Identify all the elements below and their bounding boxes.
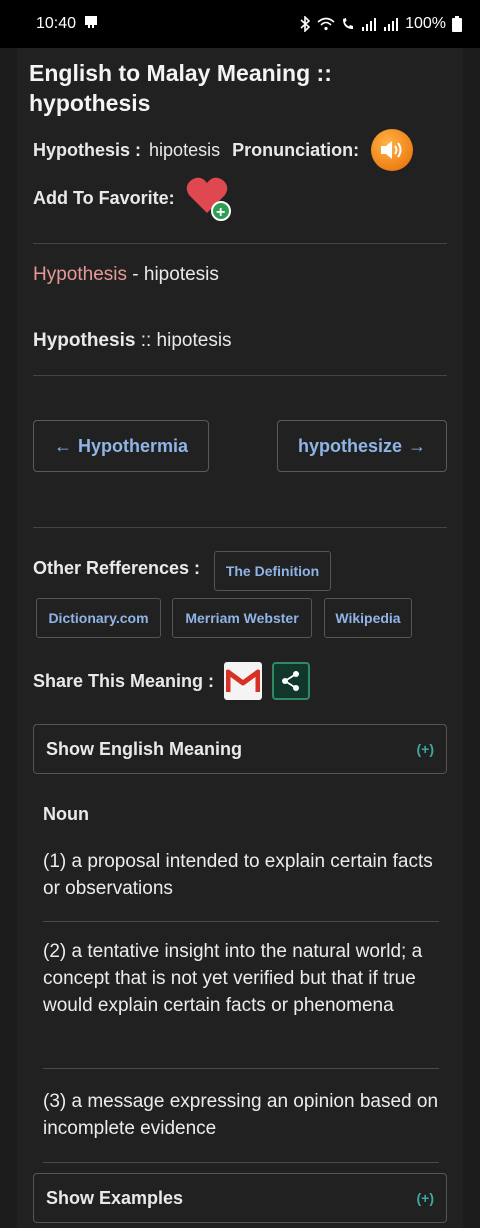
gmail-icon[interactable]	[224, 662, 263, 700]
share-label: Share This Meaning :	[33, 670, 215, 691]
definition-2: (2) a tentative insight into the natural…	[43, 941, 423, 1016]
battery-percent: 100%	[405, 15, 446, 32]
wifi-icon	[317, 17, 335, 31]
show-examples-toggle[interactable]: Show Examples (+)	[33, 1173, 447, 1223]
battery-icon	[452, 16, 462, 32]
signal-icon-1	[361, 17, 377, 31]
pair1-malay: hipotesis	[143, 264, 219, 285]
divider	[33, 527, 447, 528]
divider	[33, 243, 447, 244]
references-label: Other Refferences :	[33, 558, 201, 578]
expand-icon: (+)	[416, 1190, 435, 1206]
arrow-left-icon: ←	[53, 435, 72, 456]
page-title: English to Malay Meaning :: hypothesis	[29, 58, 449, 118]
examples-header: Show Examples	[46, 1187, 184, 1208]
pronunciation-label: Pronunciation:	[232, 139, 360, 160]
status-bar: 10:40 100%	[0, 0, 480, 48]
definition-1: (1) a proposal intended to explain certa…	[43, 851, 433, 899]
title-word: hypothesis	[29, 90, 151, 116]
part-of-speech: Noun	[43, 804, 89, 824]
ref-link-dictionary[interactable]: Dictionary.com	[36, 598, 161, 638]
expand-icon: (+)	[416, 741, 435, 757]
previous-word-label: Hypothermia	[77, 435, 189, 456]
definition-3: (3) a message expressing an opinion base…	[43, 1091, 439, 1139]
definition-divider	[43, 921, 439, 922]
definition-divider	[43, 1162, 439, 1163]
plus-icon: +	[210, 201, 231, 221]
ref-link-wikipedia[interactable]: Wikipedia	[324, 598, 412, 638]
english-meaning-header: Show English Meaning	[46, 738, 243, 759]
next-word-button[interactable]: hypothesize →	[277, 420, 447, 472]
pair1-separator: -	[127, 264, 144, 285]
share-row: Share This Meaning :	[33, 662, 311, 700]
show-english-meaning-toggle[interactable]: Show English Meaning (+)	[33, 724, 447, 774]
signal-icon-2	[383, 17, 399, 31]
arrow-right-icon: →	[408, 435, 427, 456]
add-favorite-button[interactable]: +	[185, 175, 231, 221]
share-icon[interactable]	[272, 662, 311, 700]
ref-link-merriam-webster[interactable]: Merriam Webster	[172, 598, 312, 638]
word-label: Hypothesis :	[33, 139, 142, 160]
title-line-1: English to Malay Meaning ::	[29, 60, 332, 86]
next-word-label: hypothesize	[297, 435, 403, 456]
speaker-icon[interactable]	[371, 129, 414, 171]
translation-pair-1: Hypothesis - hipotesis	[33, 264, 219, 286]
definition-divider	[43, 1068, 439, 1069]
notification-icon	[84, 15, 98, 34]
word-translation: hipotesis	[149, 139, 221, 160]
pair2-malay: hipotesis	[156, 330, 232, 351]
pair1-english: Hypothesis	[33, 264, 127, 285]
favorite-label: Add To Favorite:	[33, 187, 175, 208]
bluetooth-icon	[299, 16, 311, 32]
wifi-call-icon	[341, 17, 355, 31]
pair2-separator: ::	[135, 330, 157, 351]
pair2-english: Hypothesis	[33, 330, 136, 351]
previous-word-button[interactable]: ← Hypothermia	[33, 420, 209, 472]
ref-link-the-definition[interactable]: The Definition	[214, 551, 331, 591]
word-translation-row: Hypothesis : hipotesis Pronunciation:	[33, 129, 414, 171]
favorite-row: Add To Favorite: +	[33, 175, 231, 221]
page-content: English to Malay Meaning :: hypothesis H…	[17, 48, 463, 1228]
status-time: 10:40	[36, 15, 77, 32]
translation-pair-2: Hypothesis :: hipotesis	[33, 330, 232, 352]
divider	[33, 375, 447, 376]
